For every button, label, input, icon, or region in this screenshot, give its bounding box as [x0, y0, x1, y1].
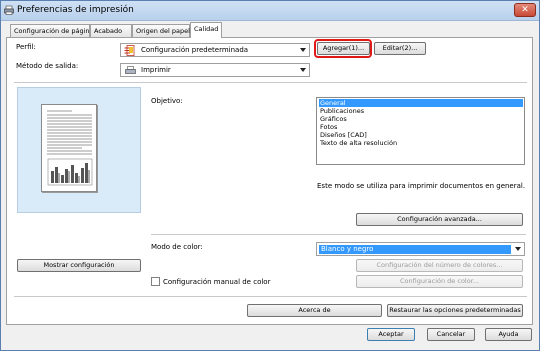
- objective-option-cad[interactable]: Diseños [CAD]: [319, 131, 523, 139]
- printer-icon: [4, 5, 14, 15]
- divider: [14, 82, 527, 83]
- tab-quality[interactable]: Calidad: [190, 22, 222, 38]
- cancel-button[interactable]: Cancelar: [427, 328, 475, 341]
- output-method-combo[interactable]: Imprimir: [120, 63, 310, 77]
- restore-defaults-button[interactable]: Restaurar las opciones predeterminadas: [387, 304, 523, 317]
- profile-label: Perfil:: [16, 43, 36, 51]
- objective-option-photos[interactable]: Fotos: [319, 123, 523, 131]
- help-button[interactable]: Ayuda: [485, 328, 532, 341]
- divider: [151, 234, 526, 235]
- tab-page-setup[interactable]: Configuración de página: [10, 24, 94, 37]
- chevron-down-icon: [300, 68, 306, 72]
- ok-button[interactable]: Aceptar: [367, 328, 415, 341]
- number-of-colors-button[interactable]: Configuración del número de colores...: [356, 259, 523, 272]
- color-mode-label: Modo de color:: [151, 243, 203, 251]
- objective-option-high-res-text[interactable]: Texto de alta resolución: [319, 139, 523, 147]
- output-method-value: Imprimir: [141, 66, 171, 74]
- tab-paper-source[interactable]: Origen del papel: [132, 24, 190, 37]
- tab-finishing[interactable]: Acabado: [90, 24, 132, 37]
- objective-description: Este modo se utiliza para imprimir docum…: [317, 182, 526, 190]
- add-profile-button[interactable]: Agregar(1)...: [317, 42, 370, 55]
- objective-label: Objetivo:: [151, 97, 183, 105]
- close-button[interactable]: ✕: [514, 3, 536, 17]
- printer-icon: [125, 66, 136, 74]
- output-method-label: Método de salida:: [16, 62, 79, 70]
- profile-combo[interactable]: Configuración predeterminada: [120, 43, 310, 57]
- color-settings-button[interactable]: Configuración de color...: [356, 275, 523, 288]
- window-title: Preferencias de impresión: [17, 5, 134, 15]
- objective-option-general[interactable]: General: [319, 99, 523, 107]
- divider: [14, 296, 527, 297]
- profile-value: Configuración predeterminada: [141, 46, 249, 54]
- about-button[interactable]: Acerca de: [247, 304, 382, 317]
- color-mode-value: Blanco y negro: [319, 245, 511, 254]
- advanced-settings-button[interactable]: Configuración avanzada...: [356, 213, 523, 226]
- objective-option-publications[interactable]: Publicaciones: [319, 107, 523, 115]
- chevron-down-icon: [300, 48, 306, 52]
- objective-listbox[interactable]: General Publicaciones Gráficos Fotos Dis…: [316, 97, 525, 165]
- edit-profile-button[interactable]: Editar(2)...: [374, 42, 426, 55]
- manual-color-checkbox[interactable]: [151, 277, 160, 286]
- profile-icon: [124, 45, 135, 56]
- color-mode-combo[interactable]: Blanco y negro: [316, 242, 525, 256]
- objective-option-graphics[interactable]: Gráficos: [319, 115, 523, 123]
- show-settings-button[interactable]: Mostrar configuración: [17, 259, 141, 272]
- manual-color-label: Configuración manual de color: [163, 278, 271, 286]
- page-preview-image: [41, 104, 97, 192]
- chevron-down-icon: [515, 247, 521, 251]
